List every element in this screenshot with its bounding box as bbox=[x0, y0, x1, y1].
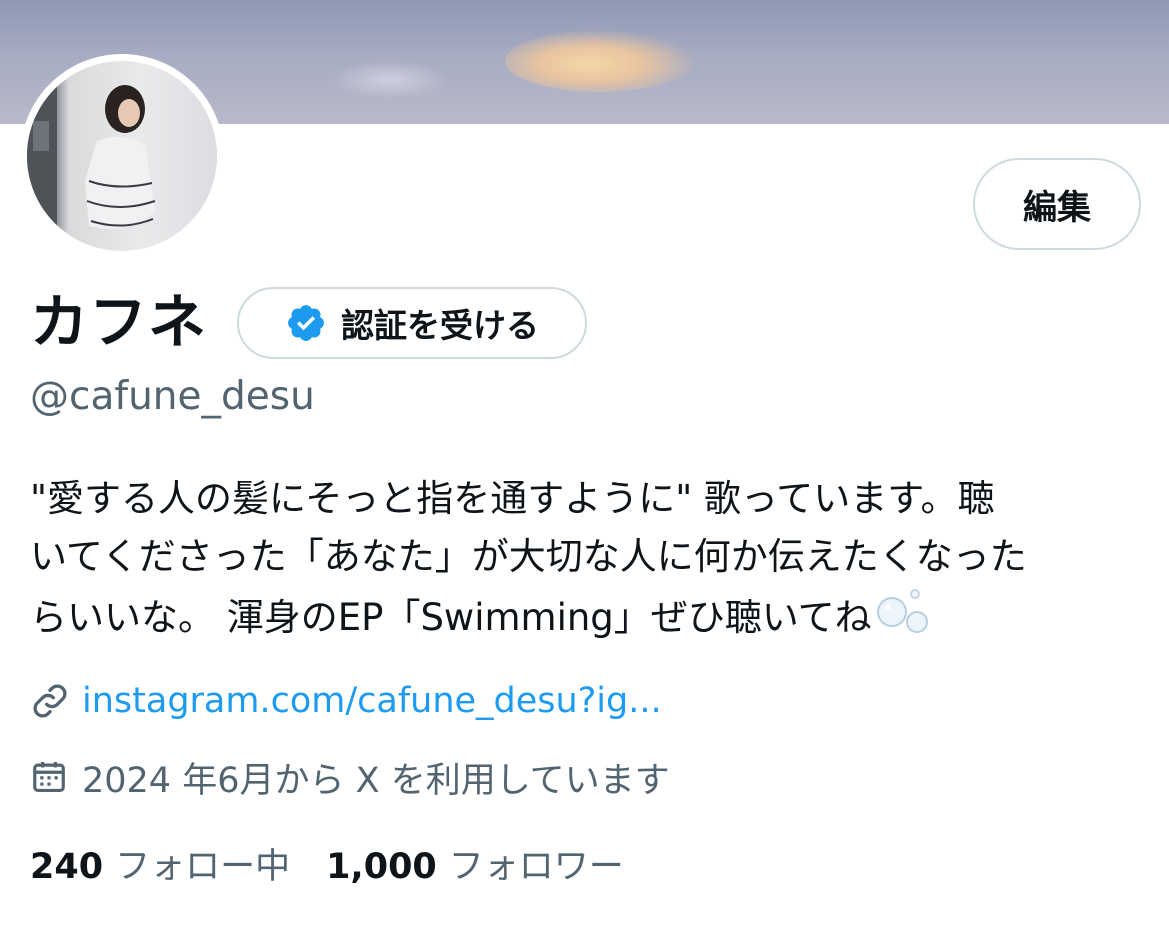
bio-line: いてくださった「あなた」が大切な人に何か伝えたくなった bbox=[30, 535, 1027, 578]
joined-date-row: 2024 年6月から X を利用しています bbox=[30, 752, 670, 802]
verified-badge-icon bbox=[285, 302, 327, 344]
profile-website-link[interactable]: instagram.com/cafune_desu?ig... bbox=[82, 681, 662, 721]
followers-count: 1,000 bbox=[326, 846, 437, 887]
user-handle: @cafune_desu bbox=[30, 374, 315, 419]
get-verified-button[interactable]: 認証を受ける bbox=[237, 287, 587, 359]
followers-label: フォロワー bbox=[448, 846, 624, 887]
following-stat[interactable]: 240 フォロー中 bbox=[30, 838, 290, 889]
banner-cloud-secondary bbox=[330, 60, 450, 100]
bio-line: らいいな。 渾身のEP「Swimming」ぜひ聴いてね bbox=[30, 586, 1155, 653]
bubbles-icon bbox=[876, 586, 932, 653]
followers-stat[interactable]: 1,000 フォロワー bbox=[326, 838, 624, 889]
display-name: カフネ bbox=[30, 288, 208, 356]
banner-cloud bbox=[505, 30, 695, 92]
calendar-icon bbox=[30, 758, 68, 796]
get-verified-label: 認証を受ける bbox=[341, 306, 539, 345]
joined-date-text: 2024 年6月から X を利用しています bbox=[82, 760, 670, 801]
profile-bio: "愛する人の髪にそっと指を通すように" 歌っています。聴 いてくださった「あなた… bbox=[30, 470, 1155, 653]
avatar-photo bbox=[27, 61, 156, 251]
bio-line: "愛する人の髪にそっと指を通すように" 歌っています。聴 bbox=[30, 477, 995, 520]
link-icon bbox=[30, 681, 70, 721]
following-label: フォロー中 bbox=[115, 846, 291, 887]
edit-profile-button[interactable]: 編集 bbox=[973, 158, 1141, 250]
profile-link-row: instagram.com/cafune_desu?ig... bbox=[30, 676, 662, 726]
avatar[interactable] bbox=[27, 61, 217, 251]
follow-stats: 240 フォロー中 1,000 フォロワー bbox=[30, 838, 624, 888]
following-count: 240 bbox=[30, 846, 104, 887]
